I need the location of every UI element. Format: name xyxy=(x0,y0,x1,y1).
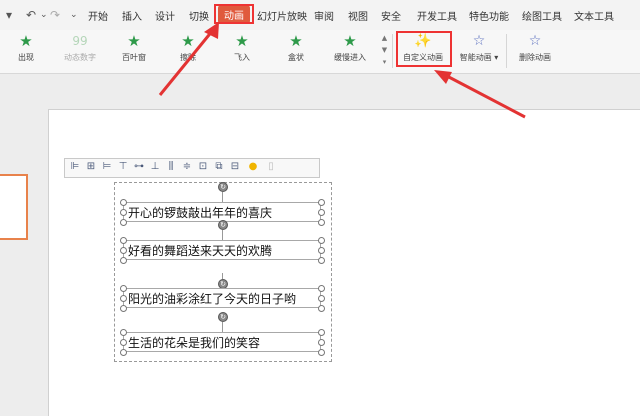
arrow-to-animation-tab xyxy=(158,29,215,96)
annotation-arrows xyxy=(158,22,526,119)
arrowhead xyxy=(434,70,452,84)
arrow-to-custom-animation xyxy=(444,73,526,119)
